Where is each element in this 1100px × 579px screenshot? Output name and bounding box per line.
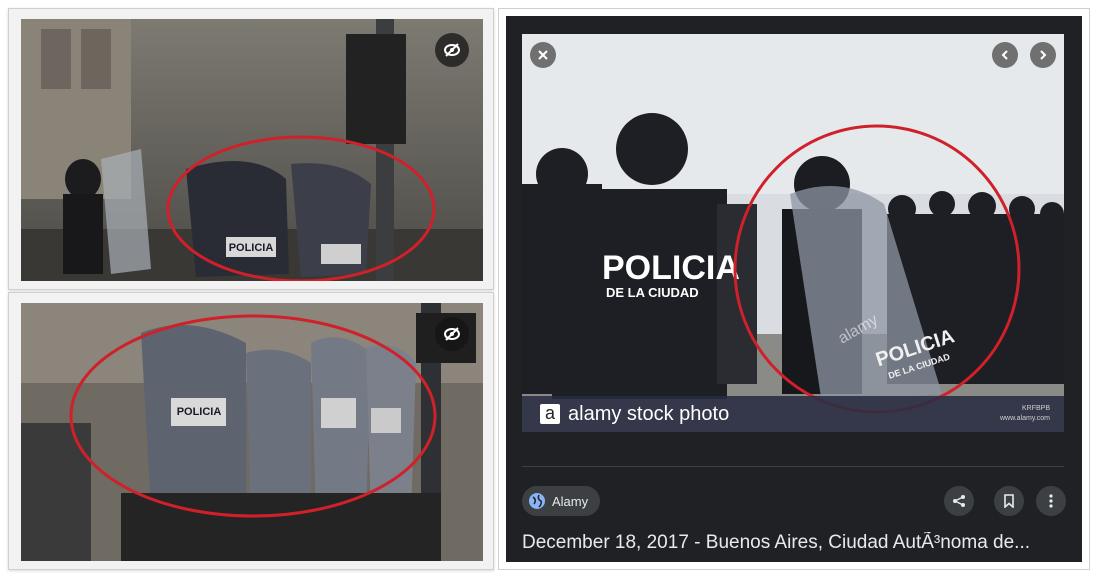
bookmark-icon — [1004, 494, 1014, 508]
video-still-bottom: POLICIA — [21, 303, 483, 561]
image-caption[interactable]: December 18, 2017 - Buenos Aires, Ciudad… — [522, 532, 1070, 554]
chevron-left-icon — [1001, 50, 1008, 60]
hide-image-button[interactable] — [435, 33, 469, 67]
stock-label: alamy stock photo — [568, 402, 730, 425]
previous-image-button[interactable] — [992, 42, 1018, 68]
save-button[interactable] — [994, 486, 1024, 516]
more-vert-icon — [1049, 494, 1053, 508]
globe-icon — [529, 493, 545, 509]
stock-banner: a alamy stock photo KRFBPB www.alamy.com — [522, 396, 1064, 432]
riot-scene-top: POLICIA — [21, 19, 483, 281]
shield-text-bottom: POLICIA — [177, 406, 222, 418]
eye-off-icon — [444, 327, 460, 341]
stock-info: KRFBPB www.alamy.com — [1000, 404, 1050, 424]
stock-url: www.alamy.com — [999, 415, 1050, 422]
preview-image[interactable]: POLICIA DE LA CIUDAD POLICIA DE LA CIUDA… — [522, 34, 1064, 432]
riot-scene-bottom: POLICIA — [21, 303, 483, 561]
share-icon — [953, 495, 965, 507]
source-chip[interactable]: Alamy — [522, 486, 601, 516]
video-still-top: POLICIA — [21, 19, 483, 281]
hide-image-button[interactable] — [435, 317, 469, 351]
video-frame-top: POLICIA — [8, 8, 494, 290]
police-photo: POLICIA DE LA CIUDAD POLICIA DE LA CIUDA… — [522, 34, 1064, 432]
next-image-button[interactable] — [1030, 42, 1056, 68]
alamy-logo: a — [540, 404, 560, 424]
chevron-right-icon — [1040, 50, 1047, 60]
close-icon — [538, 50, 548, 60]
shield-text-top: POLICIA — [229, 242, 274, 254]
close-button[interactable] — [530, 42, 556, 68]
source-label: Alamy — [552, 493, 589, 509]
stock-code: KRFBPB — [1021, 405, 1050, 412]
eye-off-icon — [444, 43, 460, 57]
share-button[interactable] — [944, 486, 974, 516]
vest-subtext: DE LA CIUDAD — [606, 285, 699, 300]
more-options-button[interactable] — [1036, 486, 1066, 516]
video-frame-bottom: POLICIA — [8, 292, 494, 570]
vest-text: POLICIA — [602, 249, 740, 287]
divider — [522, 466, 1064, 467]
image-viewer: POLICIA DE LA CIUDAD POLICIA DE LA CIUDA… — [506, 16, 1082, 562]
image-viewer-panel: POLICIA DE LA CIUDAD POLICIA DE LA CIUDA… — [498, 8, 1090, 570]
